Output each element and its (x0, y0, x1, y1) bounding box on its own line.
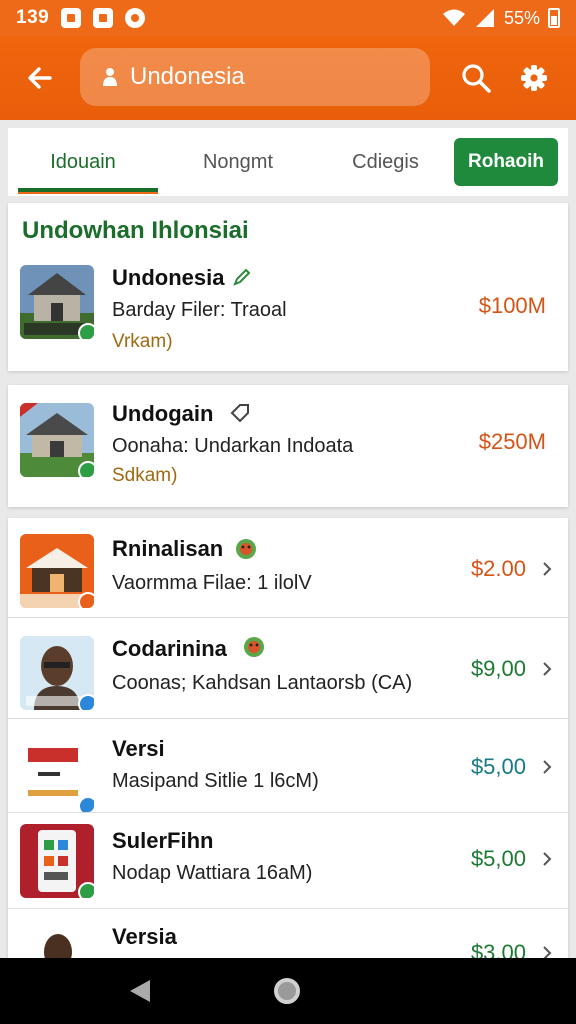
location-pin-icon (98, 65, 122, 89)
nav-back-icon[interactable] (128, 978, 152, 1004)
section-title: Undowhan Ihlonsiai (22, 217, 249, 244)
chevron-right-icon (543, 760, 552, 774)
item-price: $5,00 (470, 754, 526, 779)
item-name: Rninalisan (112, 536, 224, 561)
item-name: Versi (112, 736, 165, 761)
info-badge-icon (78, 796, 94, 812)
item-price: $5,00 (470, 846, 526, 871)
tab-idouain[interactable]: Idouain (8, 128, 158, 196)
item-price: $2.00 (470, 556, 526, 581)
search-button[interactable] (456, 58, 496, 98)
item-subtitle: Vaormma Filae: 1 ilolV (112, 572, 312, 594)
tab-nongmt[interactable]: Nongmt (158, 128, 318, 196)
row-divider (8, 718, 568, 719)
status-right: 55% (442, 8, 560, 29)
list-item[interactable]: Undonesia Barday Filer: Traoal Vrkam) $1… (8, 265, 568, 359)
emoji-icon (236, 539, 256, 559)
item-note: Vrkam) (112, 331, 173, 352)
verified-badge-icon (78, 461, 94, 477)
ticket-icon (20, 738, 94, 812)
chevron-right-icon (543, 946, 552, 958)
search-icon (462, 64, 491, 93)
signal-icon (475, 9, 494, 27)
chevron-right-icon (543, 852, 552, 866)
battery-percent: 55% (503, 7, 540, 28)
row-divider (8, 617, 568, 618)
list-item[interactable]: SulerFihn Nodap Wattiara 16aM) $5,00 (8, 824, 568, 906)
item-price: $3.00 (470, 940, 526, 958)
battery-icon (548, 8, 560, 28)
item-name: Undonesia (112, 265, 225, 290)
message-icon (93, 8, 114, 28)
person-icon (20, 636, 94, 710)
featured-card: Undowhan Ihlonsiai Undonesia Barday File… (8, 203, 568, 371)
item-name: Codarinina (112, 636, 227, 661)
nav-home-icon[interactable] (274, 978, 300, 1004)
person-icon (20, 922, 94, 958)
status-bar: 139 55% (0, 0, 576, 36)
item-price: $9,00 (470, 656, 526, 681)
back-button[interactable] (20, 58, 60, 98)
pencil-icon (233, 268, 251, 286)
item-price: $250M (478, 429, 546, 454)
app-bar (0, 36, 576, 120)
tab-action-button[interactable]: Rohaoih (454, 138, 558, 186)
wifi-icon (442, 9, 465, 26)
featured-card: Undogain Oonaha: Undarkan Indoata Sdkam)… (8, 385, 568, 507)
phone-app-icon (20, 824, 94, 898)
list-item[interactable]: Undogain Oonaha: Undarkan Indoata Sdkam)… (8, 401, 568, 495)
item-price: $100M (478, 293, 546, 318)
verified-badge-icon (78, 323, 94, 339)
list-item[interactable]: Versi Masipand Sitlie 1 l6cM) $5,00 (8, 734, 568, 816)
temple-icon (20, 403, 94, 477)
item-name: Versia (112, 924, 177, 949)
chevron-right-icon (543, 662, 552, 676)
settings-button[interactable] (514, 58, 554, 98)
item-subtitle: Masipand Sitlie 1 l6cM) (112, 770, 319, 792)
status-badge-icon (78, 592, 94, 608)
list-item[interactable]: Codarinina Coonas; Kahdsan Lantaorsb (CA… (8, 634, 568, 716)
row-divider (8, 908, 568, 909)
item-subtitle: Coonas; Kahdsan Lantaorsb (CA) (112, 672, 413, 694)
verified-badge-icon (78, 882, 94, 898)
status-left: 139 (16, 7, 146, 29)
back-arrow-icon (28, 67, 52, 89)
emoji-icon (244, 637, 264, 657)
system-nav-bar (0, 958, 576, 1024)
app-icon (125, 8, 146, 28)
item-subtitle: Nodap Wattiara 16aM) (112, 862, 313, 884)
tag-icon (230, 404, 249, 423)
tab-bar: Idouain Nongmt Cdiegis Rohaoih (8, 128, 568, 196)
info-badge-icon (78, 694, 94, 710)
item-name: SulerFihn (112, 828, 214, 853)
tab-cdiegis[interactable]: Cdiegis (318, 128, 453, 196)
row-divider (8, 812, 568, 813)
item-name: Undogain (112, 401, 214, 426)
status-time: 139 (16, 7, 50, 28)
item-subtitle: Oonaha: Undarkan Indoata (112, 435, 354, 457)
temple-icon (20, 265, 94, 339)
results-list: Rninalisan Vaormma Filae: 1 ilolV $2.00 … (8, 518, 568, 958)
building-icon (20, 534, 94, 608)
gear-icon (521, 65, 547, 91)
notification-icon (61, 8, 82, 28)
list-item[interactable]: Versia $3.00 (8, 922, 568, 958)
chevron-right-icon (543, 562, 552, 576)
item-subtitle: Barday Filer: Traoal (112, 299, 287, 321)
search-input[interactable] (130, 63, 410, 91)
item-note: Sdkam) (112, 465, 178, 486)
search-box[interactable] (80, 48, 430, 106)
list-item[interactable]: Rninalisan Vaormma Filae: 1 ilolV $2.00 (8, 534, 568, 616)
